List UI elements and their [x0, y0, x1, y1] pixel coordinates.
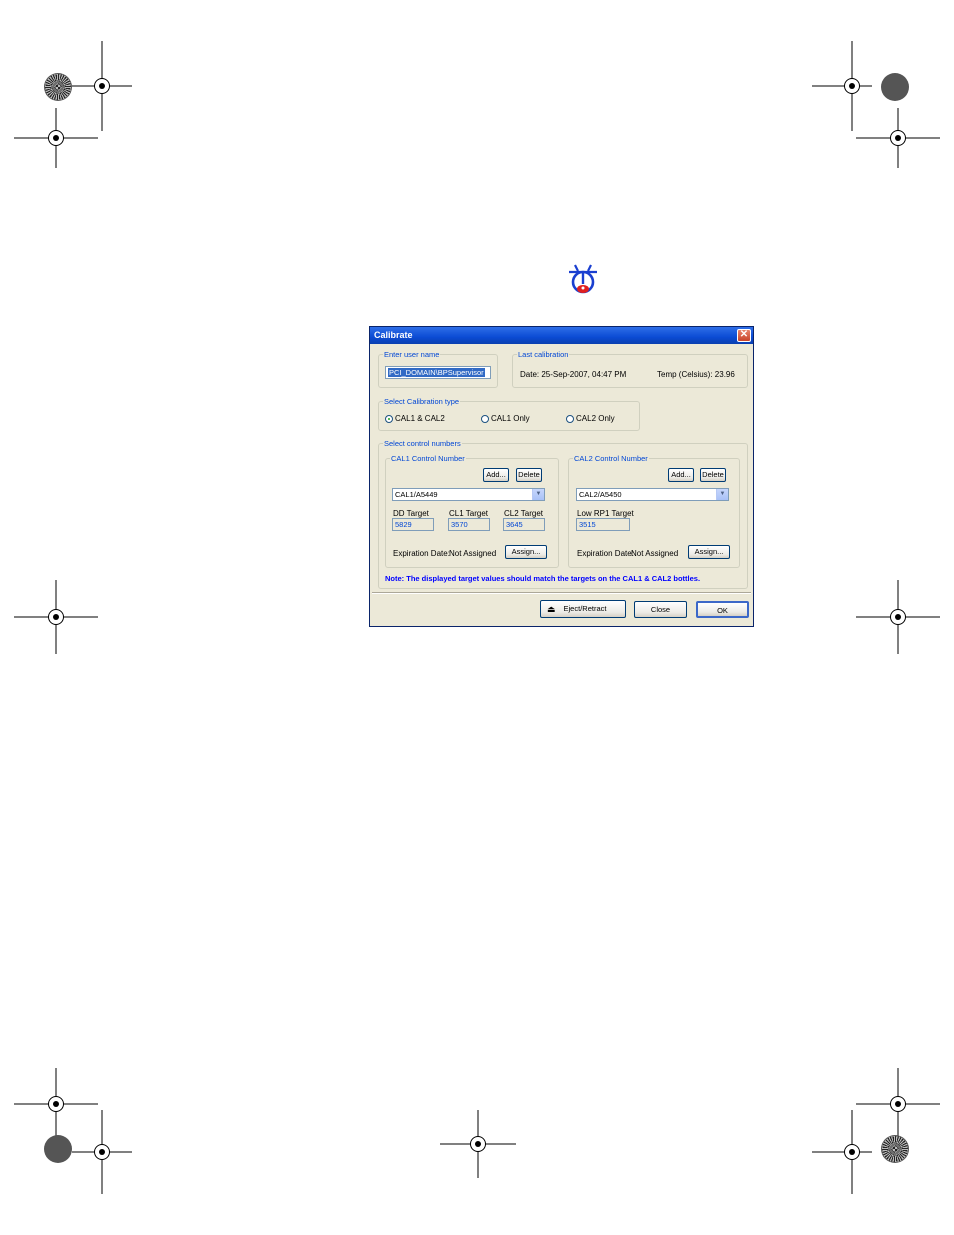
radio-cal2-only[interactable] [566, 415, 574, 423]
eject-retract-button[interactable]: ⏏ Eject/Retract [540, 600, 626, 618]
control-numbers-legend: Select control numbers [384, 439, 461, 448]
color-bar-sunburst [45, 1136, 71, 1162]
user-name-value: PCI_DOMAIN\BPSupervisor [388, 368, 485, 377]
last-calibration-group: Last calibration [512, 350, 748, 388]
registration-mark [856, 580, 940, 654]
color-bar-sunburst [45, 74, 71, 100]
registration-mark [812, 1110, 872, 1194]
registration-mark [856, 108, 940, 168]
target-values-note: Note: The displayed target values should… [385, 574, 701, 583]
cal1-delete-button[interactable]: Delete [516, 468, 542, 482]
radio-cal1-only-label[interactable]: CAL1 Only [491, 414, 530, 423]
radio-cal1-only[interactable] [481, 415, 489, 423]
cal2-assign-button[interactable]: Assign... [688, 545, 730, 559]
user-name-legend: Enter user name [384, 350, 440, 359]
dialog-title: Calibrate [374, 330, 413, 340]
cal2-control-dropdown[interactable]: CAL2/A5450 ▼ [576, 488, 729, 501]
close-icon[interactable]: ✕ [737, 329, 751, 342]
cal1-control-dropdown[interactable]: CAL1/A5449 ▼ [392, 488, 545, 501]
calibration-type-legend: Select Calibration type [384, 397, 460, 406]
calibrate-icon [569, 264, 597, 294]
registration-mark [14, 580, 98, 654]
cal1-control-legend: CAL1 Control Number [391, 454, 465, 463]
ok-button[interactable]: OK [696, 601, 749, 618]
chevron-down-icon[interactable]: ▼ [716, 489, 728, 500]
registration-mark [440, 1110, 516, 1178]
eject-icon: ⏏ [547, 604, 556, 615]
last-calibration-temp: Temp (Celsius): 23.96 [657, 370, 735, 379]
last-calibration-date: Date: 25-Sep-2007, 04:47 PM [520, 370, 627, 379]
cal1-control-selected: CAL1/A5449 [395, 490, 438, 499]
cal1-target-value-dd: 5829 [392, 518, 434, 531]
radio-cal2-only-label[interactable]: CAL2 Only [576, 414, 615, 423]
color-bar-sunburst [882, 1136, 908, 1162]
cal1-expiration-label: Expiration Date: [393, 549, 450, 558]
close-button[interactable]: Close [634, 601, 687, 618]
color-bar-sunburst [882, 74, 908, 100]
cal2-expiration-label: Expiration Date: [577, 549, 634, 558]
cal2-control-selected: CAL2/A5450 [579, 490, 622, 499]
button-separator [372, 592, 751, 594]
cal1-expiration-value: Not Assigned [449, 549, 497, 558]
cal1-target-label-dd: DD Target [393, 509, 429, 518]
cal1-target-label-cl1: CL1 Target [449, 509, 488, 518]
cal2-delete-button[interactable]: Delete [700, 468, 726, 482]
chevron-down-icon[interactable]: ▼ [532, 489, 544, 500]
last-calibration-legend: Last calibration [518, 350, 569, 359]
cal2-target-value-low-rp1: 3515 [576, 518, 630, 531]
radio-cal1-cal2-label[interactable]: CAL1 & CAL2 [395, 414, 445, 423]
cal2-target-label-low-rp1: Low RP1 Target [577, 509, 634, 518]
eject-retract-label: Eject/Retract [563, 604, 607, 613]
cal1-add-button[interactable]: Add... [483, 468, 509, 482]
user-name-input[interactable]: PCI_DOMAIN\BPSupervisor [385, 366, 491, 379]
cal1-assign-button[interactable]: Assign... [505, 545, 547, 559]
cal1-target-label-cl2: CL2 Target [504, 509, 543, 518]
cal1-target-value-cl2: 3645 [503, 518, 545, 531]
calibrate-dialog: Calibrate ✕ Enter user name PCI_DOMAIN\B… [369, 326, 754, 627]
cal1-target-value-cl1: 3570 [448, 518, 490, 531]
registration-mark [14, 108, 98, 168]
radio-cal1-cal2[interactable] [385, 415, 393, 423]
dialog-titlebar[interactable]: Calibrate ✕ [370, 327, 753, 344]
cal2-control-legend: CAL2 Control Number [574, 454, 648, 463]
registration-mark [72, 1110, 132, 1194]
cal2-add-button[interactable]: Add... [668, 468, 694, 482]
cal2-expiration-value: Not Assigned [631, 549, 679, 558]
